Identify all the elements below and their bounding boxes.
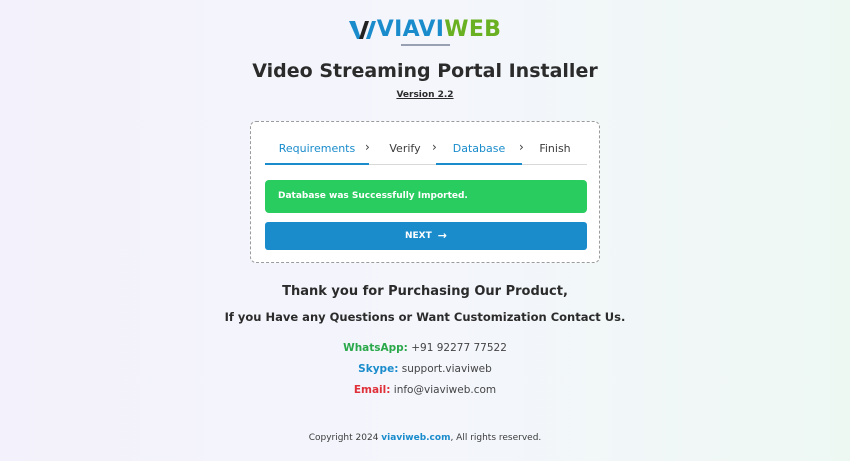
thanks-heading: Thank you for Purchasing Our Product, — [282, 284, 568, 299]
installer-page: VIAVIWEB Video Streaming Portal Installe… — [0, 0, 850, 461]
brand-logo: VIAVIWEB — [0, 18, 850, 45]
logo-divider — [401, 44, 450, 46]
whatsapp-value[interactable]: +91 92277 77522 — [411, 342, 507, 354]
footer-prefix: Copyright 2024 — [308, 433, 382, 443]
whatsapp-label: WhatsApp: — [343, 342, 408, 354]
installer-card: Requirements › Verify › Database › Finis… — [250, 121, 600, 263]
step-finish[interactable]: Finish — [533, 134, 577, 165]
next-button-label: NEXT — [405, 231, 432, 241]
viaviweb-logo-mark-icon — [348, 21, 376, 39]
logo-text-via: VIAVI — [376, 17, 445, 42]
email-contact: Email: info@viaviweb.com — [0, 384, 850, 396]
email-label: Email: — [353, 384, 391, 396]
skype-label: Skype: — [358, 363, 399, 375]
next-button[interactable]: NEXT → — [265, 222, 587, 250]
contact-prompt: If you Have any Questions or Want Custom… — [224, 310, 626, 324]
logo-text-web: WEB — [444, 17, 502, 42]
chevron-right-icon: › — [365, 140, 370, 154]
whatsapp-contact: WhatsApp: +91 92277 77522 — [0, 342, 850, 354]
email-value[interactable]: info@viaviweb.com — [394, 384, 496, 396]
step-database[interactable]: Database — [436, 134, 522, 165]
success-alert: Database was Successfully Imported. — [265, 180, 587, 213]
step-requirements[interactable]: Requirements — [265, 134, 369, 165]
arrow-right-icon: → — [437, 229, 447, 242]
version-label: Version 2.2 — [396, 90, 454, 100]
page-title: Video Streaming Portal Installer — [252, 60, 598, 82]
skype-contact: Skype: support.viaviweb — [0, 363, 850, 375]
chevron-right-icon: › — [519, 140, 524, 154]
step-tabs: Requirements › Verify › Database › Finis… — [265, 134, 587, 165]
footer-suffix: , All rights reserved. — [450, 433, 542, 443]
skype-value[interactable]: support.viaviweb — [402, 363, 492, 375]
footer-link[interactable]: viaviweb.com — [381, 433, 450, 443]
footer: Copyright 2024 viaviweb.com, All rights … — [0, 433, 850, 443]
step-verify[interactable]: Verify — [379, 134, 431, 165]
